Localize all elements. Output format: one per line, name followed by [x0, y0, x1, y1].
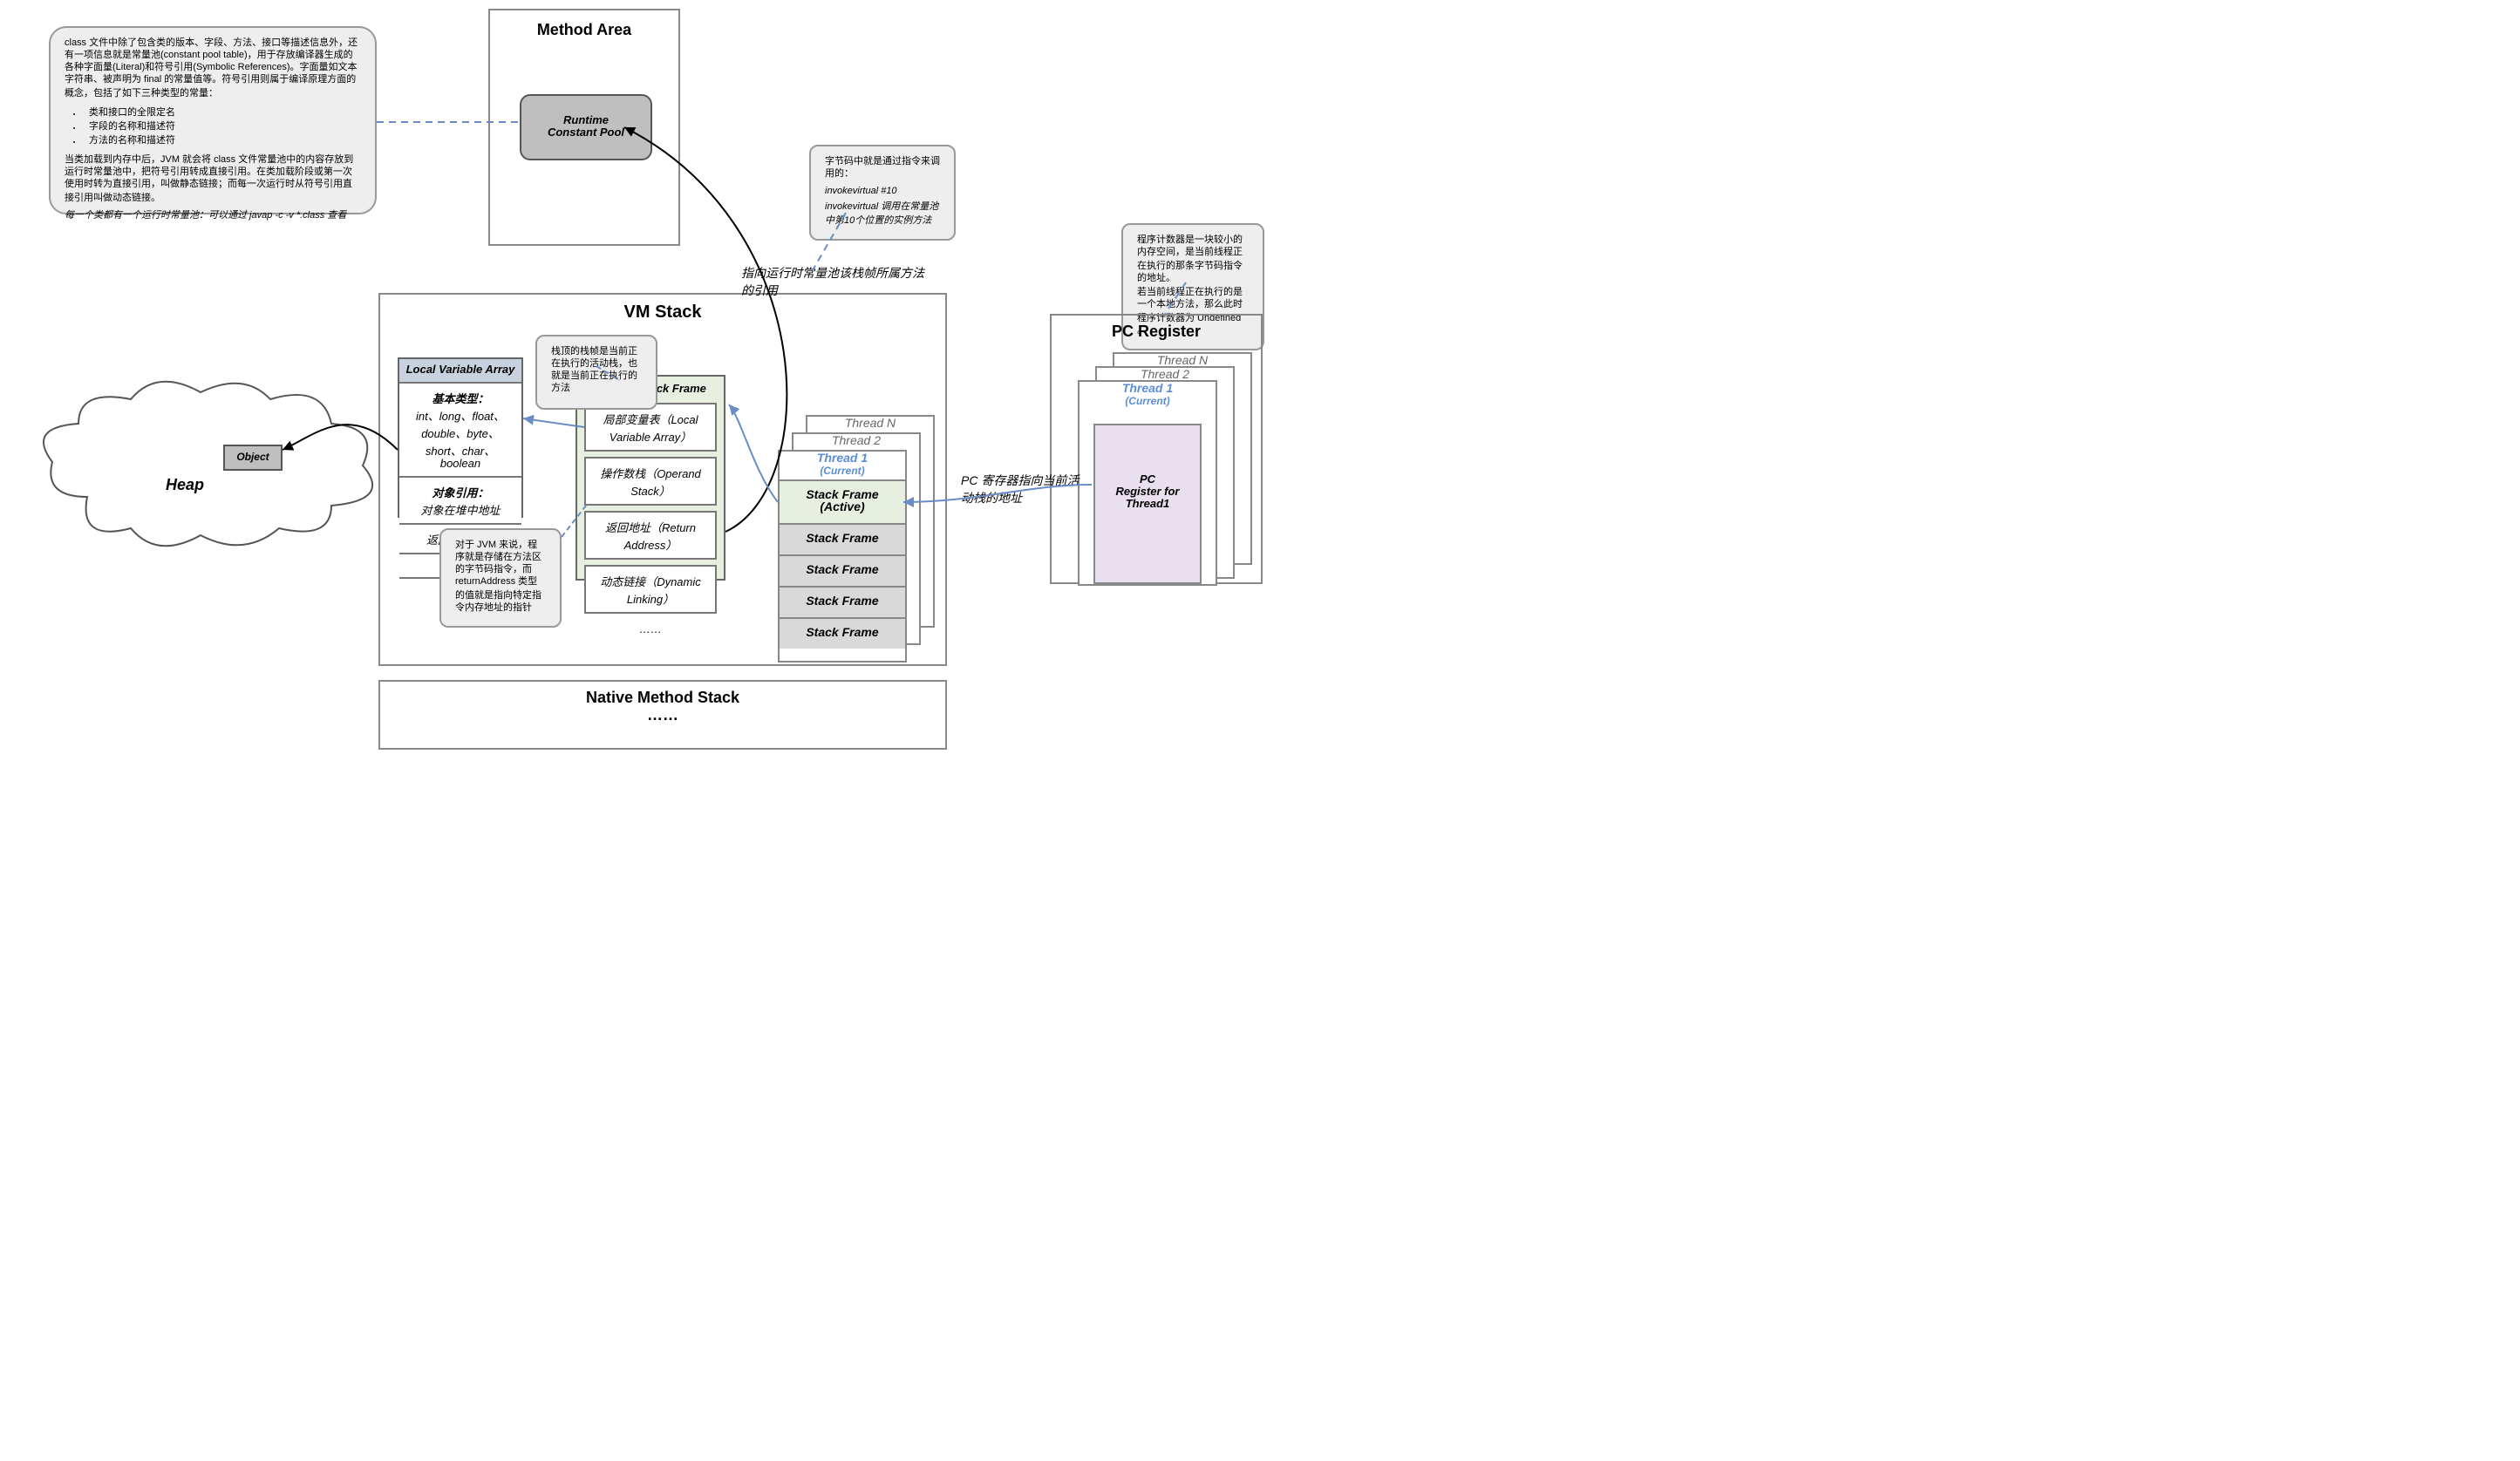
lva-r2b: 对象在堆中地址 [421, 506, 501, 518]
lva-box: Local Variable Array 基本类型： int、long、floa… [398, 357, 523, 518]
lva-title: Local Variable Array [399, 359, 521, 382]
note-invoke: 字节码中就是通过指令来调用的： invokevirtual #10 invoke… [809, 145, 956, 241]
label-pool: 指向运行时常量池该栈帧所属方法的引用 [741, 265, 933, 300]
note-invoke-l2: invokevirtual #10 [825, 187, 940, 200]
pc-thread1-title: Thread 1(Current) [1080, 382, 1216, 410]
native-title: Native Method Stack [380, 689, 945, 706]
thread-2-title: Thread 2 [793, 434, 919, 450]
pc-thread-1: Thread 1(Current) PC Register for Thread… [1078, 380, 1217, 586]
note-pc-l1: 程序计数器是一块较小的内存空间，是当前线程正在执行的那条字节码指令的地址。 [1137, 235, 1249, 287]
csf-r2: 操作数栈（Operand Stack） [584, 457, 717, 506]
constant-pool: Runtime Constant Pool [520, 94, 652, 160]
sf-2: Stack Frame [780, 554, 905, 586]
sf-active: Stack Frame (Active) [780, 479, 905, 523]
note-return: 对于 JVM 来说，程序就是存储在方法区的字节码指令，而 returnAddre… [439, 528, 562, 628]
thread-1: Thread 1(Current) Stack Frame (Active) S… [778, 450, 907, 663]
lva-r2a: 对象引用： [432, 488, 489, 500]
csf-r3: 返回地址（Return Address） [584, 511, 717, 560]
note-classfile: class 文件中除了包含类的版本、字段、方法、接口等描述信息外，还有一项信息就… [49, 26, 377, 214]
vm-stack-title: VM Stack [380, 303, 945, 323]
csf-r5: …… [584, 619, 717, 642]
thread-1-title: Thread 1(Current) [780, 452, 905, 479]
heap-cloud [35, 375, 384, 567]
lva-r1a: 基本类型： [432, 394, 489, 406]
lva-r1b: int、long、float、double、byte、short、char、bo… [416, 411, 505, 471]
csf-r4: 动态链接（Dynamic Linking） [584, 565, 717, 614]
lva-row-basic: 基本类型： int、long、float、double、byte、short、c… [399, 382, 521, 478]
pc-inner-label: PC Register for Thread1 [1095, 425, 1200, 511]
note-classfile-li3: 方法的名称和描述符 [89, 136, 361, 148]
note-classfile-p3: 每一个类都有一个运行时常量池：可以通过 javap -c -v *.class … [65, 210, 361, 222]
note-classfile-li1: 类和接口的全限定名 [89, 107, 361, 119]
label-pc: PC 寄存器指向当前活动栈的地址 [961, 472, 1083, 507]
note-classfile-p2: 当类加载到内存中后，JVM 就会将 class 文件常量池中的内容存放到运行时常… [65, 155, 361, 205]
sf-3: Stack Frame [780, 586, 905, 617]
sf-4: Stack Frame [780, 617, 905, 649]
heap-object: Object [223, 445, 283, 471]
lva-row-ref: 对象引用： 对象在堆中地址 [399, 478, 521, 525]
note-classfile-li2: 字段的名称和描述符 [89, 122, 361, 134]
pc-inner: PC Register for Thread1 [1093, 424, 1202, 584]
method-area-title: Method Area [490, 21, 678, 38]
heap-title: Heap [166, 476, 204, 493]
pc-title: PC Register [1052, 323, 1261, 340]
note-invoke-l1: 字节码中就是通过指令来调用的： [825, 157, 940, 183]
note-classfile-p1: class 文件中除了包含类的版本、字段、方法、接口等描述信息外，还有一项信息就… [65, 38, 361, 100]
csf-r1: 局部变量表（Local Variable Array） [584, 403, 717, 452]
native-stack: Native Method Stack …… [378, 680, 947, 750]
native-dots: …… [380, 706, 945, 724]
thread-n-title: Thread N [807, 417, 933, 432]
method-area: Method Area Runtime Constant Pool [488, 9, 680, 246]
note-invoke-l3: invokevirtual 调用在常量池中第10个位置的实例方法 [825, 203, 940, 229]
note-stacktop: 栈顶的栈帧是当前正在执行的活动栈，也就是当前正在执行的方法 [535, 335, 657, 409]
sf-1: Stack Frame [780, 523, 905, 554]
